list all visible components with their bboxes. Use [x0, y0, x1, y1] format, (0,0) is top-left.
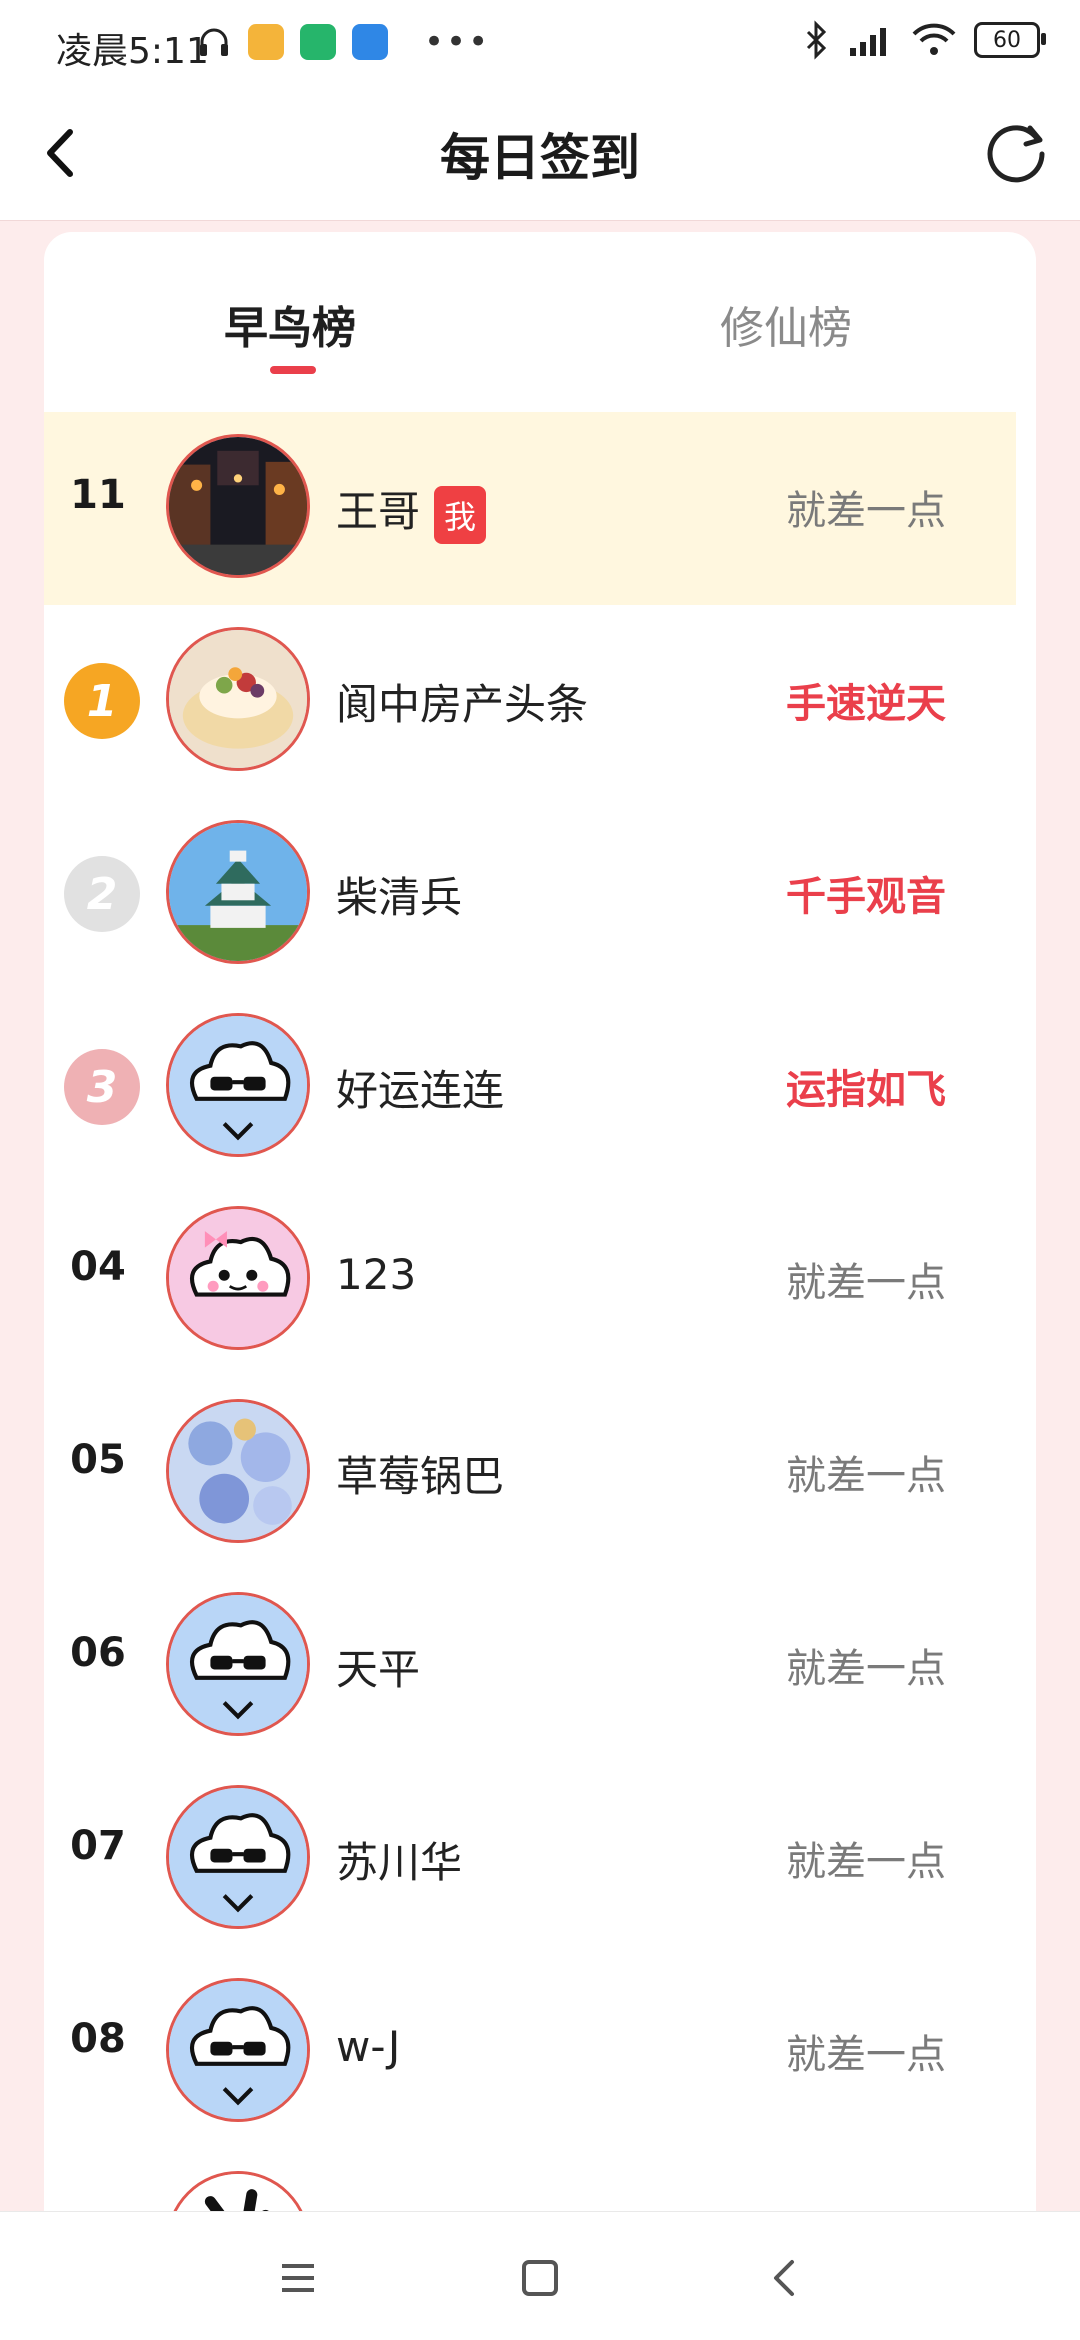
status-left-icons: ••• [196, 22, 490, 62]
list-item[interactable]: 1 阆中房产头条 手速逆天 [44, 605, 1016, 798]
signal-app-icon [352, 24, 388, 60]
rank-number: 11 [70, 472, 126, 518]
leaderboard-tabs: 早鸟榜 修仙榜 [44, 232, 1036, 412]
app-header: 每日签到 [0, 90, 1080, 221]
rank-number: 07 [70, 1823, 126, 1869]
user-name: 好运连连 [336, 1066, 505, 1115]
bronze-medal-icon: 3 [64, 1049, 140, 1125]
menu-icon[interactable] [268, 2248, 328, 2308]
castle-photo [169, 823, 307, 961]
cloud-sunglasses-avatar [169, 1788, 307, 1926]
checkin-status: 就差一点 [786, 1453, 946, 1499]
list-item[interactable]: 2 柴清兵 千手观音 [44, 798, 1016, 991]
leaderboard-list: 11 王哥我 就差一点 1 阆中房产头条 手速逆天 2 柴清兵 千手观音 3 好… [44, 412, 1036, 2232]
cloud-bow-avatar [169, 1209, 307, 1347]
flowers-photo [169, 1402, 307, 1540]
app-notification-icon [248, 24, 284, 60]
user-name: w-J [336, 2022, 401, 2071]
rank-number: 05 [70, 1437, 126, 1483]
list-item[interactable]: 05 草莓锅巴 就差一点 [44, 1377, 1016, 1570]
list-item-me[interactable]: 11 王哥我 就差一点 [44, 412, 1016, 605]
avatar [166, 1013, 310, 1157]
checkin-status: 就差一点 [786, 1839, 946, 1885]
system-nav-bar [0, 2211, 1080, 2340]
page-title: 每日签到 [440, 129, 640, 187]
checkin-status: 就差一点 [786, 488, 946, 534]
user-name: 草莓锅巴 [336, 1452, 505, 1501]
headphones-icon [200, 28, 228, 56]
tab-early-bird[interactable]: 早鸟榜 [224, 292, 356, 356]
list-item[interactable]: 07 苏川华 就差一点 [44, 1763, 1016, 1956]
me-badge: 我 [434, 485, 487, 544]
avatar [166, 434, 310, 578]
user-name: 王哥我 [336, 478, 487, 544]
battery-indicator: 60 [974, 22, 1046, 58]
leaderboard-card: 早鸟榜 修仙榜 11 王哥我 就差一点 1 阆中房产头条 手速逆天 2 柴清兵 … [44, 232, 1036, 2232]
back-nav-icon[interactable] [756, 2248, 816, 2308]
home-square-icon[interactable] [510, 2248, 570, 2308]
list-item[interactable]: 04 123 就差一点 [44, 1184, 1016, 1377]
user-name: 柴清兵 [336, 873, 463, 922]
gold-medal-icon: 1 [64, 663, 140, 739]
avatar [166, 1399, 310, 1543]
cloud-sunglasses-avatar [169, 1016, 307, 1154]
user-name: 苏川华 [336, 1838, 463, 1887]
status-time: 凌晨5:11 [56, 31, 209, 72]
cloud-sunglasses-avatar [169, 1595, 307, 1733]
avatar [166, 627, 310, 771]
rank-number: 08 [70, 2016, 126, 2062]
avatar [166, 1978, 310, 2122]
user-name: 阆中房产头条 [336, 680, 589, 729]
bluetooth-icon [806, 20, 827, 60]
checkin-status: 运指如飞 [786, 1067, 946, 1113]
avatar [166, 820, 310, 964]
rank-number: 06 [70, 1630, 126, 1676]
status-bar: 凌晨5:11 ••• 60 [0, 0, 1080, 90]
status-right-icons: 60 [804, 20, 1046, 60]
cloud-sunglasses-avatar [169, 1981, 307, 2119]
user-name: 天平 [336, 1645, 421, 1694]
tab-immortal[interactable]: 修仙榜 [720, 292, 852, 356]
avatar [166, 1785, 310, 1929]
night-street-photo [169, 437, 307, 575]
silver-medal-icon: 2 [64, 856, 140, 932]
active-tab-indicator [270, 366, 316, 374]
checkin-status: 就差一点 [786, 1260, 946, 1306]
checkin-status: 就差一点 [786, 2032, 946, 2078]
list-item[interactable]: 06 天平 就差一点 [44, 1570, 1016, 1763]
wifi-icon [912, 23, 956, 55]
checkin-status: 就差一点 [786, 1646, 946, 1692]
checkin-status: 千手观音 [786, 874, 946, 920]
more-notifications-icon: ••• [424, 22, 491, 62]
battery-level: 60 [993, 27, 1021, 53]
checkin-status: 手速逆天 [786, 681, 946, 727]
avatar [166, 1206, 310, 1350]
dessert-photo [169, 630, 307, 768]
refresh-icon[interactable] [978, 114, 1054, 190]
cellular-signal-icon [850, 28, 886, 56]
rank-number: 04 [70, 1244, 126, 1290]
shield-app-icon [300, 24, 336, 60]
user-name-text: 王哥 [336, 487, 421, 536]
list-item[interactable]: 3 好运连连 运指如飞 [44, 991, 1016, 1184]
avatar [166, 1592, 310, 1736]
list-item[interactable]: 08 w-J 就差一点 [44, 1956, 1016, 2149]
user-name: 123 [336, 1250, 417, 1299]
